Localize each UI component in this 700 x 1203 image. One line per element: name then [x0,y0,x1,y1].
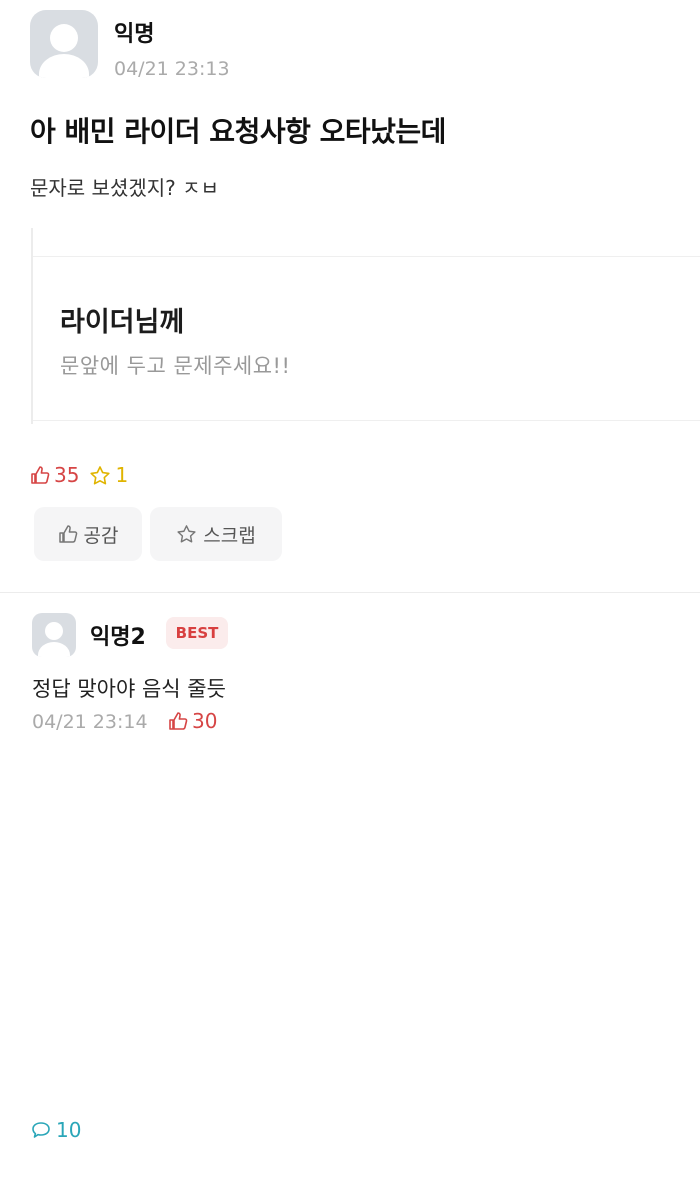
thumbs-up-icon [31,466,50,484]
comment-author: 익명2 [90,625,146,650]
avatar-head-shape [45,622,63,640]
card-top-divider [33,256,700,257]
card-bottom-divider [33,420,700,421]
thumbs-up-icon [169,712,188,730]
comment-count: 10 [30,1056,700,1203]
scrap-count: 1 [89,463,128,487]
card-title: 라이더님께 [60,307,185,338]
comment-text: 정답 맞아야 음식 줄듯 [32,677,226,701]
post-time: 04/21 23:13 [114,58,230,80]
like-count: 35 [30,463,79,487]
comment-like-button[interactable]: 30 [168,709,217,733]
comment-avatar [32,613,76,657]
comment-like-count: 30 [192,709,218,733]
avatar-head-shape [50,24,78,52]
scrap-button[interactable]: 스크랩 [150,507,282,561]
post-stats: 35 10 1 [30,463,138,1142]
comment-time: 04/21 23:14 [32,711,148,733]
post-body: 문자로 보셨겠지? ㅈㅂ [30,176,219,200]
card-subtitle: 문앞에 두고 문제주세요!! [60,354,291,378]
thumbs-up-icon [58,525,77,543]
avatar-body-shape [38,642,70,657]
quoted-card: 라이더님께 문앞에 두고 문제주세요!! [31,228,700,424]
comment-count-value: 10 [56,1117,82,1142]
author-avatar [30,10,98,78]
best-badge: BEST [166,617,228,649]
post: 익명 04/21 23:13 아 배민 라이더 요청사항 오타났는데 문자로 보… [0,0,700,1142]
scrap-button-label: 스크랩 [203,524,256,547]
like-count-value: 35 [54,463,80,487]
post-title: 아 배민 라이더 요청사항 오타났는데 [30,115,446,148]
like-button-label: 공감 [83,524,119,547]
star-icon [177,525,196,543]
star-icon [90,465,111,484]
comment-item: 익명2 BEST 정답 맞아야 음식 줄듯 04/21 23:14 30 [0,593,700,740]
scrap-count-value: 1 [115,463,129,487]
speech-bubble-icon [32,1121,50,1138]
post-author: 익명 [114,22,155,47]
like-button[interactable]: 공감 [34,507,142,561]
avatar-body-shape [39,54,89,78]
